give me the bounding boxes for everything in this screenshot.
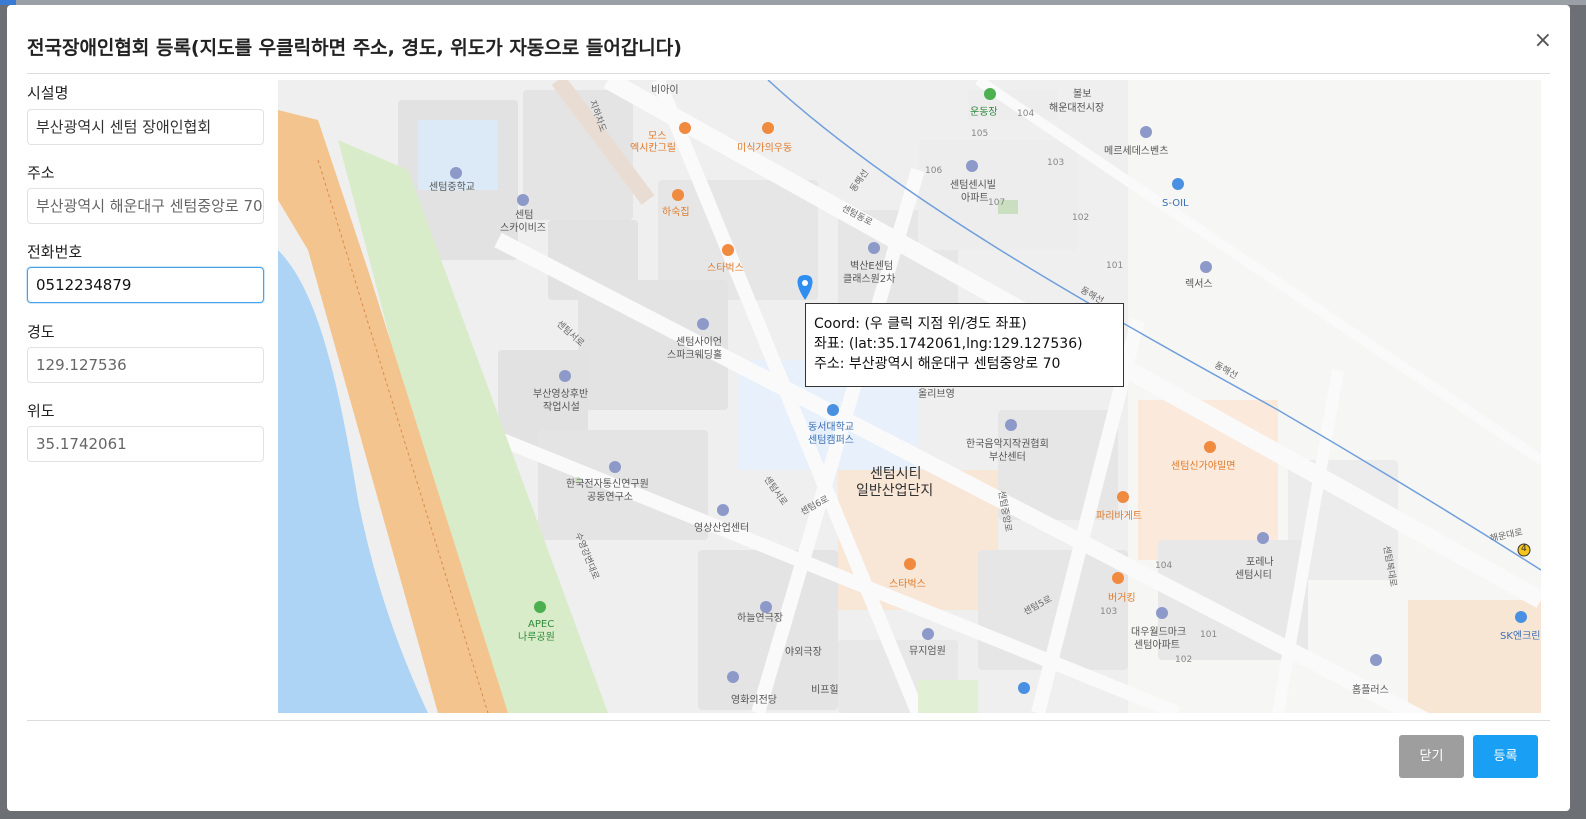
- map-building-number: 102: [1175, 655, 1193, 665]
- map-label: S-OIL: [1162, 198, 1189, 209]
- address-input[interactable]: 부산광역시 해운대구 센텀중앙로 70: [27, 188, 264, 224]
- map-label: 부산영상후반: [533, 389, 589, 400]
- map-district-label: 일반산업단지: [856, 483, 934, 499]
- map-label: 작업시설: [543, 402, 580, 413]
- map-label: 파리바게트: [1096, 511, 1142, 522]
- map-label: 센텀신가야밀면: [1171, 461, 1236, 472]
- modal-title: 전국장애인협회 등록(지도를 우클릭하면 주소, 경도, 위도가 자동으로 들어…: [27, 37, 682, 59]
- map-label: 센텀아파트: [1134, 640, 1180, 651]
- map-label: 스타벅스: [707, 263, 744, 274]
- map-label: 부산센터: [989, 452, 1026, 463]
- map-label: 볼보: [1073, 89, 1092, 100]
- map-label: 운동장: [970, 107, 998, 118]
- map-building-number: 105: [971, 129, 989, 139]
- map-building-number: 101: [1200, 630, 1218, 640]
- map-label: 스카이비즈: [500, 223, 546, 234]
- map-label: 공동연구소: [587, 492, 633, 503]
- footer-divider: [27, 720, 1550, 721]
- map-building-number: 103: [1100, 607, 1118, 617]
- map-label: 클래스원2차: [843, 274, 896, 285]
- map-label: 스파크웨딩홀: [667, 350, 723, 361]
- header-divider: [27, 73, 1550, 74]
- map-base: [278, 80, 1541, 713]
- map-label: 센텀센시빌: [950, 180, 996, 191]
- submit-button[interactable]: 등록: [1473, 735, 1538, 778]
- map-building-number: 106: [925, 166, 943, 176]
- longitude-label: 경도: [27, 323, 55, 341]
- map-label: 하늘연극장: [737, 613, 783, 624]
- map-label: APEC: [528, 619, 555, 630]
- phone-input[interactable]: 0512234879: [27, 267, 264, 303]
- map-label: 엑시칸그릴: [630, 143, 676, 154]
- map-label: 메르세데스벤츠: [1104, 146, 1169, 157]
- map-label: 영화의전당: [731, 695, 777, 706]
- name-label: 시설명: [27, 84, 69, 102]
- map-label: 동서대학교: [808, 422, 854, 433]
- map-label: 센텀중학교: [429, 182, 475, 193]
- map-canvas[interactable]: 비아이 모스 엑시칸그릴 미식가의우동 지하차도 하숙집 센텀중학교 센텀 스카…: [278, 80, 1541, 713]
- name-input[interactable]: 부산광역시 센텀 장애인협회: [27, 109, 264, 145]
- map-label: 야외극장: [785, 647, 822, 658]
- map-label: 비프힐: [811, 685, 839, 696]
- address-label: 주소: [27, 164, 55, 182]
- subway-exit-badge: 4: [1521, 544, 1527, 554]
- map-label: 영상산업센터: [694, 523, 750, 534]
- map-label: 나루공원: [518, 632, 555, 643]
- map-label: 해운대전시장: [1049, 103, 1105, 114]
- map-building-number: 102: [1072, 213, 1090, 223]
- latitude-label: 위도: [27, 402, 55, 420]
- map-label: 렉서스: [1185, 279, 1213, 290]
- map-label: 한국음악지작권협회: [966, 439, 1049, 450]
- map-label: 대우월드마크: [1131, 627, 1187, 638]
- map-label: 뮤지엄원: [909, 646, 946, 657]
- map-label: 미식가의우동: [737, 143, 793, 154]
- map-building-number: 103: [1047, 158, 1065, 168]
- tooltip-address-line: 주소: 부산광역시 해운대구 센텀중앙로 70: [814, 356, 1061, 372]
- longitude-input[interactable]: 129.127536: [27, 347, 264, 383]
- map-label: 홈플러스: [1352, 685, 1389, 696]
- map-building-number: 107: [988, 198, 1006, 208]
- map-label: 한국전자통신연구원: [566, 479, 649, 490]
- tooltip-coord-line: Coord: (우 클릭 지점 위/경도 좌표): [814, 316, 1027, 332]
- map-label: 비아이: [651, 85, 679, 96]
- phone-label: 전화번호: [27, 243, 83, 261]
- latitude-input[interactable]: 35.1742061: [27, 426, 264, 462]
- map-label: 버거킹: [1108, 593, 1136, 604]
- map-label: 아파트: [961, 193, 989, 204]
- tooltip-latlng-line: 좌표: (lat:35.1742061,lng:129.127536): [814, 336, 1083, 352]
- coord-tooltip: Coord: (우 클릭 지점 위/경도 좌표) 좌표: (lat:35.174…: [805, 303, 1124, 387]
- map-label: 센텀캠퍼스: [808, 435, 854, 446]
- map-label: SK엔크린: [1500, 631, 1541, 642]
- map-label: 센텀시티: [1235, 570, 1272, 581]
- map-label: 스타벅스: [889, 579, 926, 590]
- map-building-number: 101: [1106, 261, 1124, 271]
- map-label: 벽산E센텀: [850, 261, 894, 272]
- map-district-label: 센텀시티: [870, 466, 922, 482]
- register-modal: 전국장애인협회 등록(지도를 우클릭하면 주소, 경도, 위도가 자동으로 들어…: [7, 5, 1570, 811]
- close-icon[interactable]: ×: [1534, 30, 1552, 52]
- map-building-number: 104: [1017, 109, 1035, 119]
- map-label: 하숙집: [662, 207, 690, 218]
- map-label: 센텀: [515, 210, 534, 221]
- map-label: 포레나: [1246, 557, 1274, 568]
- map-label: 올리브영: [918, 389, 955, 400]
- map-building-number: 104: [1155, 561, 1173, 571]
- close-button[interactable]: 닫기: [1399, 735, 1464, 778]
- map-label: 센텀사이언: [676, 337, 722, 348]
